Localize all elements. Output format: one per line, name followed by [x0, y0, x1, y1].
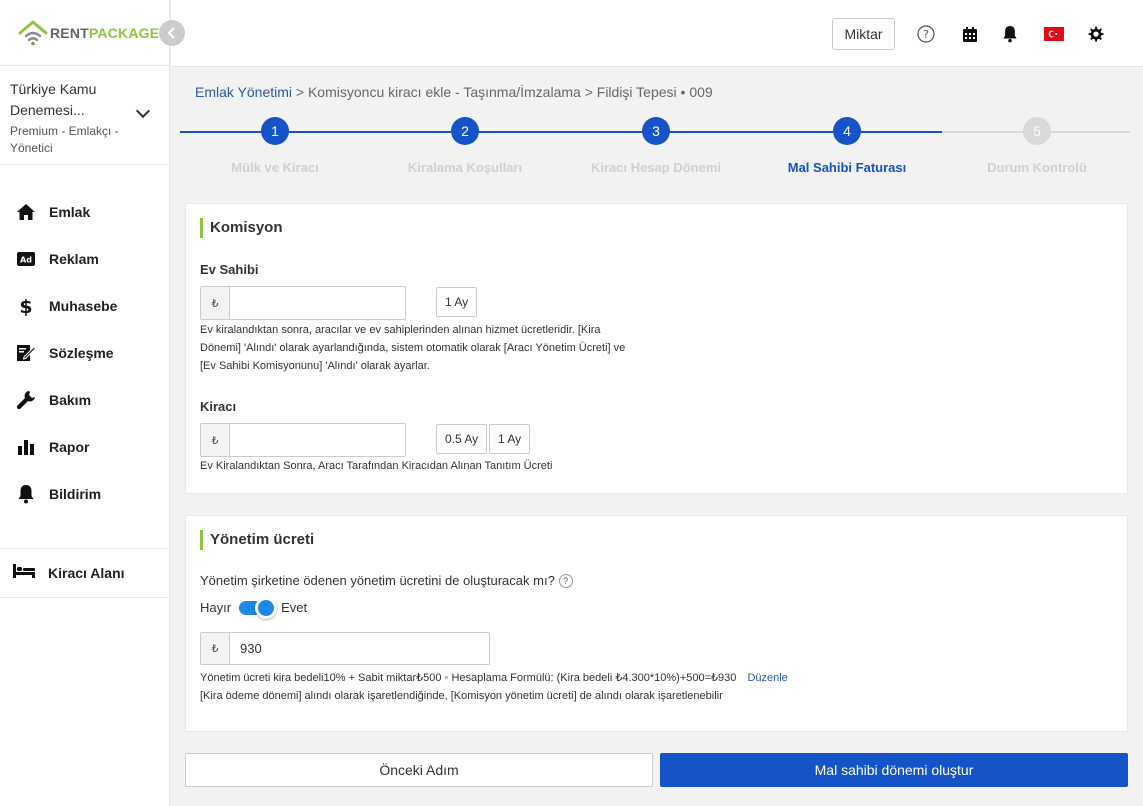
- contract-icon: [15, 342, 37, 364]
- management-fee-question: Yönetim şirketine ödenen yönetim ücretin…: [200, 573, 573, 588]
- sidebar-nav: Emlak Ad Reklam $ Muhasebe Sözleşme Bakı…: [0, 188, 170, 517]
- turkey-flag-icon[interactable]: [1044, 24, 1064, 44]
- step-3[interactable]: 3 Kiracı Hesap Dönemi: [561, 117, 751, 175]
- management-fee-question-text: Yönetim şirketine ödenen yönetim ücretin…: [200, 573, 555, 588]
- formula-text: Yönetim ücreti kira bedeli10% + Sabit mi…: [200, 672, 737, 684]
- management-fee-title: Yönetim ücreti: [200, 530, 314, 550]
- wrench-icon: [15, 389, 37, 411]
- sidebar-item-bildirim[interactable]: Bildirim: [0, 470, 170, 517]
- bed-icon: [12, 563, 36, 584]
- bell-icon[interactable]: [1000, 24, 1020, 44]
- home-icon: [15, 201, 37, 223]
- landlord-label: Ev Sahibi: [200, 262, 259, 277]
- sidebar-item-label: Reklam: [49, 250, 99, 267]
- help-icon[interactable]: ?: [558, 573, 573, 588]
- commission-title: Komisyon: [200, 218, 283, 238]
- step-label: Durum Kontrolü: [987, 160, 1087, 175]
- sidebar-item-label: Emlak: [49, 203, 91, 220]
- step-2[interactable]: 2 Kiralama Koşulları: [370, 117, 560, 175]
- management-fee-value: 930: [240, 641, 262, 656]
- step-number: 1: [261, 117, 289, 145]
- gear-icon[interactable]: [1086, 24, 1106, 44]
- sidebar-item-label: Muhasebe: [49, 297, 118, 314]
- calendar-icon[interactable]: [960, 24, 980, 44]
- tenant-label: Kiracı: [200, 399, 237, 414]
- account-role: Premium - Emlakçı - Yönetici: [10, 124, 119, 155]
- landlord-commission-input[interactable]: ₺: [200, 286, 406, 320]
- account-name: Türkiye Kamu Denemesi...: [10, 81, 97, 118]
- landlord-help-text: Ev kiralandıktan sonra, aracılar ve ev s…: [200, 324, 626, 372]
- svg-text:Ad: Ad: [20, 255, 32, 264]
- previous-step-button[interactable]: Önceki Adım: [185, 753, 653, 787]
- step-label: Mal Sahibi Faturası: [787, 160, 907, 175]
- step-label: Kiralama Koşulları: [407, 160, 523, 175]
- chevron-left-icon: [167, 27, 175, 39]
- landlord-commission-value: [230, 287, 240, 319]
- step-5[interactable]: 5 Durum Kontrolü: [942, 117, 1132, 175]
- tenant-help-text: Ev Kiralandıktan Sonra, Aracı Tarafından…: [200, 460, 553, 472]
- logo[interactable]: RENTPACKAGE: [18, 18, 159, 48]
- tenant-half-month-button[interactable]: 0.5 Ay: [436, 424, 488, 454]
- commission-card: Komisyon Ev Sahibi ₺ 1 Ay Ev kiralandıkt…: [185, 203, 1128, 494]
- help-icon[interactable]: ?: [916, 24, 936, 44]
- toggle-knob: [255, 596, 278, 619]
- tenant-commission-input[interactable]: ₺: [200, 423, 406, 457]
- sidebar-item-label: Bakım: [49, 391, 92, 408]
- bell-icon: [15, 483, 37, 505]
- edit-formula-link[interactable]: Düzenle: [747, 672, 787, 684]
- lira-prefix: ₺: [201, 424, 230, 456]
- landlord-1-month-button[interactable]: 1 Ay: [436, 287, 478, 317]
- toggle-no-label: Hayır: [200, 600, 232, 615]
- breadcrumb-home-link[interactable]: Emlak Yönetimi: [195, 84, 292, 100]
- step-label: Mülk ve Kiracı: [231, 160, 319, 175]
- management-fee-input[interactable]: ₺ 930: [200, 632, 490, 665]
- ad-icon: Ad: [15, 248, 37, 270]
- sidebar-item-label: Kiracı Alanı: [48, 565, 125, 581]
- sidebar-item-reklam[interactable]: Ad Reklam: [0, 235, 170, 282]
- svg-text:?: ?: [923, 28, 929, 41]
- sidebar-item-muhasebe[interactable]: $ Muhasebe: [0, 282, 170, 329]
- step-number: 5: [1023, 117, 1051, 145]
- breadcrumb-path: > Komisyoncu kiracı ekle - Taşınma/İmzal…: [292, 84, 713, 100]
- svg-text:$: $: [19, 296, 32, 317]
- tenant-commission-value: [230, 424, 240, 456]
- toggle-yes-label: Evet: [281, 600, 308, 615]
- breadcrumb: Emlak Yönetimi > Komisyoncu kiracı ekle …: [195, 84, 713, 100]
- chevron-down-icon: [135, 103, 151, 119]
- sidebar-item-emlak[interactable]: Emlak: [0, 188, 170, 235]
- sidebar-item-kiraci-alani[interactable]: Kiracı Alanı: [0, 548, 170, 598]
- dollar-icon: $: [15, 295, 37, 317]
- sidebar: RENTPACKAGE Türkiye Kamu Denemesi... Pre…: [0, 0, 170, 806]
- sidebar-item-rapor[interactable]: Rapor: [0, 423, 170, 470]
- management-fee-card: Yönetim ücreti Yönetim şirketine ödenen …: [185, 515, 1128, 732]
- topbar: Miktar ?: [171, 0, 1143, 67]
- miktar-button[interactable]: Miktar: [832, 18, 895, 50]
- lira-prefix: ₺: [201, 633, 230, 664]
- management-fee-note: [Kira ödeme dönemi] alındı olarak işaret…: [200, 690, 723, 702]
- lira-prefix: ₺: [201, 287, 230, 319]
- wifi-house-logo-icon: [18, 20, 48, 46]
- account-switcher[interactable]: Türkiye Kamu Denemesi... Premium - Emlak…: [0, 65, 170, 165]
- sidebar-item-bakim[interactable]: Bakım: [0, 376, 170, 423]
- sidebar-item-sozlesme[interactable]: Sözleşme: [0, 329, 170, 376]
- sidebar-item-label: Bildirim: [49, 485, 102, 502]
- logo-text: RENTPACKAGE: [50, 25, 160, 41]
- bar-chart-icon: [15, 436, 37, 458]
- stepper: 1 Mülk ve Kiracı 2 Kiralama Koşulları 3 …: [180, 117, 1130, 177]
- step-label: Kiracı Hesap Dönemi: [590, 160, 722, 175]
- management-fee-toggle[interactable]: [239, 596, 278, 619]
- create-owner-period-button[interactable]: Mal sahibi dönemi oluştur: [660, 753, 1128, 787]
- management-fee-formula: Yönetim ücreti kira bedeli10% + Sabit mi…: [200, 669, 900, 687]
- step-1[interactable]: 1 Mülk ve Kiracı: [180, 117, 370, 175]
- step-4[interactable]: 4 Mal Sahibi Faturası: [752, 117, 942, 175]
- sidebar-collapse-button[interactable]: [159, 20, 185, 46]
- sidebar-item-label: Sözleşme: [49, 344, 114, 361]
- step-number: 2: [451, 117, 479, 145]
- step-number: 4: [833, 117, 861, 145]
- sidebar-item-label: Rapor: [49, 438, 90, 455]
- step-number: 3: [642, 117, 670, 145]
- management-fee-toggle-row: Hayır Evet: [200, 596, 308, 619]
- tenant-1-month-button[interactable]: 1 Ay: [489, 424, 531, 454]
